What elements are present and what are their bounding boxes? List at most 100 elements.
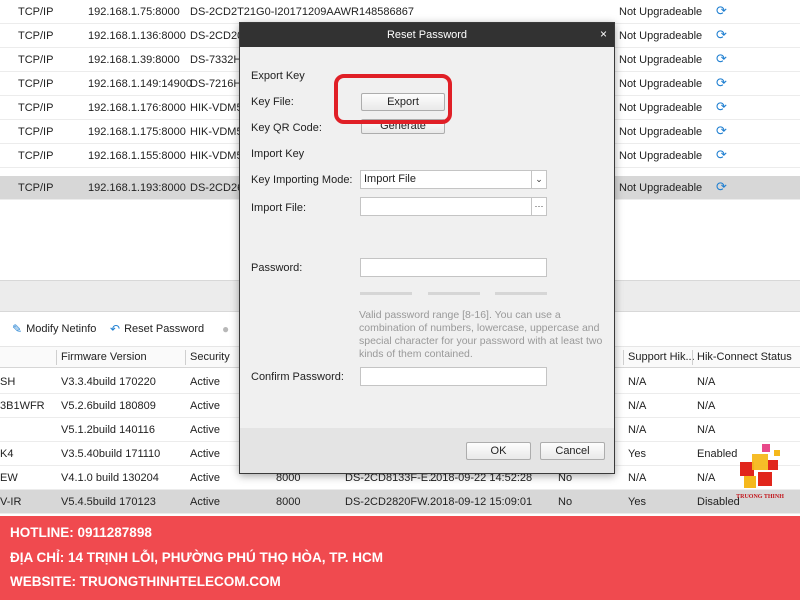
cell-firmware: V5.2.6build 180809 bbox=[61, 400, 156, 412]
cancel-button[interactable]: Cancel bbox=[540, 442, 605, 460]
dialog-footer: OK Cancel bbox=[240, 428, 614, 473]
cell-firmware: V5.1.2build 140116 bbox=[61, 424, 155, 436]
cell-security: Active bbox=[190, 376, 220, 388]
address-text: ĐỊA CHỈ: 14 TRỊNH LỖI, PHƯỜNG PHÚ THỌ HÒ… bbox=[10, 550, 383, 565]
ok-button[interactable]: OK bbox=[466, 442, 531, 460]
refresh-icon[interactable]: ⟳ bbox=[716, 75, 727, 91]
cell-security: Active bbox=[190, 472, 220, 484]
cell-protocol: TCP/IP bbox=[18, 182, 54, 194]
cell-name: EW bbox=[0, 472, 18, 484]
password-hint-text: Valid password range [8-16]. You can use… bbox=[359, 309, 603, 360]
password-strength-bar-strong bbox=[495, 292, 547, 295]
cell-dhcp: No bbox=[558, 496, 573, 508]
cell-upgrade: Not Upgradeable bbox=[619, 102, 703, 114]
column-separator[interactable] bbox=[56, 350, 57, 365]
password-input[interactable] bbox=[360, 258, 547, 277]
reset-password-label: Reset Password bbox=[124, 323, 205, 335]
key-importing-mode-select[interactable]: Import File ⌄ bbox=[360, 170, 547, 189]
refresh-icon[interactable]: ⟳ bbox=[716, 99, 727, 115]
modify-netinfo-button[interactable]: ✎ Modify Netinfo bbox=[12, 322, 96, 336]
cell-ip: 192.168.1.149:14900 bbox=[88, 78, 192, 90]
refresh-icon[interactable]: ⟳ bbox=[716, 123, 727, 139]
cell-name: 3B1WFR bbox=[0, 400, 45, 412]
key-importing-mode-label: Key Importing Mode: bbox=[251, 174, 353, 186]
highlight-annotation bbox=[334, 74, 452, 124]
cell-support: N/A bbox=[628, 472, 647, 484]
dialog-title: Reset Password bbox=[386, 29, 468, 41]
cell-name: V-IR bbox=[0, 496, 22, 508]
cell-support: Yes bbox=[628, 448, 646, 460]
cell-support: N/A bbox=[628, 376, 647, 388]
cell-firmware: V5.4.5build 170123 bbox=[61, 496, 156, 508]
dialog-titlebar[interactable]: Reset Password × bbox=[240, 23, 614, 47]
cell-model: HIK-VDM5 bbox=[190, 102, 243, 114]
cell-hik-connect: N/A bbox=[697, 424, 716, 436]
cell-upgrade: Not Upgradeable bbox=[619, 126, 703, 138]
cell-security: Active bbox=[190, 496, 220, 508]
column-separator[interactable] bbox=[692, 350, 693, 365]
cell-model: DS-2CD2T21G0-I20171209AAWR148586867 bbox=[190, 6, 415, 18]
cell-ip: 192.168.1.193:8000 bbox=[88, 182, 186, 194]
edit-icon: ✎ bbox=[12, 322, 23, 336]
cell-ip: 192.168.1.155:8000 bbox=[88, 150, 186, 162]
import-file-label: Import File: bbox=[251, 202, 307, 214]
modify-netinfo-label: Modify Netinfo bbox=[26, 323, 97, 335]
refresh-icon[interactable]: ⟳ bbox=[716, 51, 727, 67]
cell-support: N/A bbox=[628, 424, 647, 436]
cell-ip: 192.168.1.136:8000 bbox=[88, 30, 186, 42]
contact-banner: HOTLINE: 0911287898 ĐỊA CHỈ: 14 TRỊNH LỖ… bbox=[0, 516, 800, 600]
close-icon[interactable]: × bbox=[600, 27, 607, 41]
cell-ip: 192.168.1.39:8000 bbox=[88, 54, 180, 66]
cell-support: N/A bbox=[628, 400, 647, 412]
cell-security: Active bbox=[190, 400, 220, 412]
cell-upgrade: Not Upgradeable bbox=[619, 78, 703, 90]
column-separator[interactable] bbox=[623, 350, 624, 365]
import-file-input[interactable]: ··· bbox=[360, 197, 547, 216]
lightbulb-icon: ● bbox=[222, 322, 230, 336]
password-strength-bar-medium bbox=[428, 292, 480, 295]
lightbulb-button[interactable]: ● bbox=[222, 322, 229, 336]
cell-security: Active bbox=[190, 424, 220, 436]
browse-icon[interactable]: ··· bbox=[531, 198, 546, 215]
refresh-icon[interactable]: ⟳ bbox=[716, 179, 727, 195]
key-qr-code-label: Key QR Code: bbox=[251, 122, 322, 134]
cell-protocol: TCP/IP bbox=[18, 78, 54, 90]
cell-protocol: TCP/IP bbox=[18, 150, 54, 162]
confirm-password-input[interactable] bbox=[360, 367, 547, 386]
cell-port: 8000 bbox=[276, 496, 301, 508]
hotline-text: HOTLINE: 0911287898 bbox=[10, 525, 152, 540]
reset-password-button[interactable]: ↶ Reset Password bbox=[110, 322, 204, 336]
header-hik-connect[interactable]: Hik-Connect Status bbox=[697, 351, 792, 363]
refresh-icon[interactable]: ⟳ bbox=[716, 27, 727, 43]
header-security[interactable]: Security bbox=[190, 351, 230, 363]
table-row-selected[interactable]: V-IR V5.4.5build 170123 Active 8000 DS-2… bbox=[0, 490, 800, 514]
column-separator[interactable] bbox=[185, 350, 186, 365]
cell-upgrade: Not Upgradeable bbox=[619, 30, 703, 42]
logo-text: TRUONG THINH bbox=[736, 494, 784, 500]
key-importing-mode-value: Import File bbox=[364, 173, 416, 185]
cell-firmware: V3.3.4build 170220 bbox=[61, 376, 156, 388]
password-label: Password: bbox=[251, 262, 303, 274]
header-firmware[interactable]: Firmware Version bbox=[61, 351, 147, 363]
cell-hik-connect: N/A bbox=[697, 376, 716, 388]
header-support[interactable]: Support Hik... bbox=[628, 351, 695, 363]
cell-start-time: 2018-09-12 15:09:01 bbox=[430, 496, 533, 508]
export-key-section-label: Export Key bbox=[251, 70, 305, 82]
chevron-down-icon[interactable]: ⌄ bbox=[531, 171, 546, 188]
cell-upgrade: Not Upgradeable bbox=[619, 54, 703, 66]
cell-model: HIK-VDM5 bbox=[190, 150, 243, 162]
cell-serial: DS-2CD2820FW... bbox=[345, 496, 437, 508]
refresh-icon[interactable]: ⟳ bbox=[716, 3, 727, 19]
confirm-password-label: Confirm Password: bbox=[251, 371, 344, 383]
cell-ip: 192.168.1.175:8000 bbox=[88, 126, 186, 138]
cell-ip: 192.168.1.176:8000 bbox=[88, 102, 186, 114]
password-strength-bar-weak bbox=[360, 292, 412, 295]
cell-security: Active bbox=[190, 448, 220, 460]
cell-upgrade: Not Upgradeable bbox=[619, 6, 703, 18]
cell-hik-connect: Enabled bbox=[697, 448, 738, 460]
cell-support: Yes bbox=[628, 496, 646, 508]
refresh-icon[interactable]: ⟳ bbox=[716, 147, 727, 163]
cell-protocol: TCP/IP bbox=[18, 30, 54, 42]
table-row[interactable]: TCP/IP 192.168.1.75:8000 DS-2CD2T21G0-I2… bbox=[0, 0, 800, 24]
cell-name: SH bbox=[0, 376, 16, 388]
